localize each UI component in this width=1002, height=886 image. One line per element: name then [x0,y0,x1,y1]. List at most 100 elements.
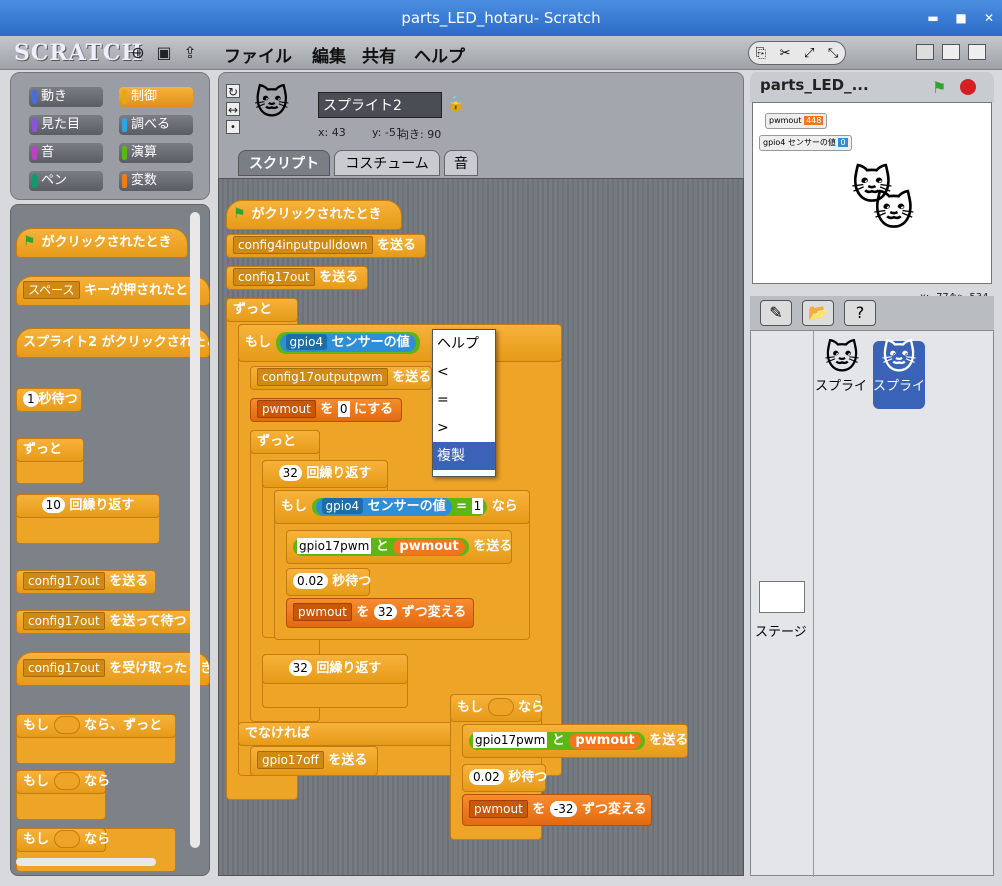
palette-key-hat[interactable]: スペース キーが押されたとき [16,276,210,306]
stage[interactable]: pwmout 448 gpio4 センサーの値 0 🐱 🐱 [752,102,992,284]
palette-broadcast[interactable]: config17out を送る [16,570,156,594]
no-rotate-icon[interactable]: • [226,120,240,134]
script-broadcast-1[interactable]: config4inputpulldown を送る [226,234,426,258]
paint-sprite-icon[interactable]: ✎ [760,300,792,326]
palette-forever-label: ずっと [16,438,84,462]
sprite-item-1[interactable]: 🐱 スプライト1 [815,341,869,407]
loose-if-header: もし なら [450,694,544,722]
close-icon[interactable]: ✕ [982,0,996,36]
script-set-var[interactable]: pwmout を 0 にする [250,398,402,422]
open-sprite-icon[interactable]: 📂 [802,300,834,326]
script-wait-1[interactable]: 0.02 秒待つ [286,568,371,596]
palette-if1-label: もし なら [16,770,110,794]
script-if-inner-header: もし gpio4 センサーの値 = 1 なら [274,490,530,524]
shrink-tool-icon[interactable]: ⤡ [828,46,838,61]
normal-stage-icon[interactable] [942,44,960,60]
context-menu-equal[interactable]: = [433,386,495,414]
rotate-style-icon[interactable]: ↻ [226,84,240,99]
stage-header: parts_LED_... ⚑ [750,72,994,102]
category-sensing[interactable]: 調べる [119,115,193,135]
join-operator-2[interactable]: gpio17pwm と pwmout [469,732,645,750]
script-else-label: でなければ [238,722,478,746]
context-menu-less[interactable]: < [433,358,495,386]
globe-icon[interactable]: ⊕ [128,43,148,63]
sprite-direction: 向き: 90 [398,128,442,141]
monitor-pwmout[interactable]: pwmout 448 [765,113,828,129]
sprite-name-field[interactable]: スプライト2 [318,92,442,118]
script-broadcast-join-1[interactable]: gpio17pwm と pwmout を送る [286,530,512,564]
lock-icon[interactable]: 🔒 [446,94,466,114]
context-menu-duplicate[interactable]: 複製 [433,442,495,470]
palette-flag-hat[interactable]: ⚑ がクリックされたとき [16,228,188,258]
green-flag-icon: ⚑ [23,234,36,250]
palette-broadcast-wait[interactable]: config17out を送って待つ [16,610,194,634]
context-menu-help[interactable]: ヘルプ [433,330,495,358]
category-variables[interactable]: 変数 [119,171,193,191]
equals-operator[interactable]: gpio4 センサーの値 = 1 [311,498,488,516]
sprite-item-2[interactable]: 🐱 スプライト2 [873,341,925,409]
category-looks[interactable]: 見た目 [29,115,103,135]
palette-if2-label: もし なら [16,828,110,852]
save-icon[interactable]: ▣ [154,43,174,63]
menubar: SCRATCH ⊕ ▣ ⇪ ファイル 編集 共有 ヘルプ ⎘ ✂ ⤢ ⤡ [0,36,1002,70]
category-sound[interactable]: 音 [29,143,103,163]
palette-wait[interactable]: 1 秒待つ [16,388,82,412]
menu-edit[interactable]: 編集 [312,42,346,67]
minimize-icon[interactable]: ▬ [926,0,940,36]
loose-broadcast-join[interactable]: gpio17pwm と pwmout を送る [462,724,688,758]
window-titlebar: parts_LED_hotaru- Scratch ▬ ■ ✕ [0,0,1002,36]
sprite-list: 🐱 スプライト1 🐱 スプライト2 ステージ [750,330,994,877]
join-operator[interactable]: gpio17pwm と pwmout [293,538,469,556]
small-stage-icon[interactable] [916,44,934,60]
script-forever-label: ずっと [226,298,298,322]
project-title: parts_LED_... [760,76,869,94]
duplicate-tool-icon[interactable]: ⎘ [756,46,766,61]
category-pen[interactable]: ペン [29,171,103,191]
menu-share[interactable]: 共有 [362,42,396,67]
delete-tool-icon[interactable]: ✂ [780,46,791,61]
green-flag-icon[interactable]: ⚑ [932,78,946,97]
category-control[interactable]: 制御 [119,87,193,107]
palette-sprite-hat[interactable]: スプライト2 がクリックされたとき [16,328,210,358]
maximize-icon[interactable]: ■ [954,0,968,36]
stage-cat-icon-2[interactable]: 🐱 [873,192,915,232]
grow-tool-icon[interactable]: ⤢ [804,46,814,61]
tab-scripts[interactable]: スクリプト [238,150,330,176]
loose-wait[interactable]: 0.02 秒待つ [462,764,547,792]
palette-if-forever-label: もし なら、ずっと [16,714,176,738]
category-panel: 動き 制御 見た目 調べる 音 演算 ペン 変数 [10,72,210,200]
tool-buttons: ⎘ ✂ ⤢ ⤡ [748,41,846,65]
category-operators[interactable]: 演算 [119,143,193,163]
window-title: parts_LED_hotaru- Scratch [401,9,601,27]
script-broadcast-3[interactable]: config17outputpwm を送る [250,366,432,390]
script-repeat-2-label: 32 回繰り返す [262,654,408,684]
script-flag-hat[interactable]: ⚑ がクリックされたとき [226,200,402,230]
stage-thumbnail[interactable] [759,581,805,613]
tab-costumes[interactable]: コスチューム [334,150,440,176]
random-sprite-icon[interactable]: ? [844,300,876,326]
sensor-condition[interactable]: gpio4 センサーの値 [275,332,420,354]
share-icon[interactable]: ⇪ [180,43,200,63]
loose-change[interactable]: pwmout を -32 ずつ変える [462,794,652,826]
menu-help[interactable]: ヘルプ [414,42,465,67]
cat-icon: 🐱 [824,338,860,378]
category-motion[interactable]: 動き [29,87,103,107]
palette-hscrollbar[interactable] [16,858,156,866]
flip-style-icon[interactable]: ↔ [226,102,240,117]
tab-sounds[interactable]: 音 [444,150,478,176]
script-forever-2-label: ずっと [250,430,320,454]
script-broadcast-2[interactable]: config17out を送る [226,266,368,290]
palette-receive-hat[interactable]: config17out を受け取ったとき [16,652,210,686]
scratch-logo: SCRATCH [14,40,144,66]
script-if-else-header: もし gpio4 センサーの値 [238,324,562,362]
menu-file[interactable]: ファイル [224,42,292,67]
script-change-1[interactable]: pwmout を 32 ずつ変える [286,598,474,628]
script-broadcast-off[interactable]: gpio17off を送る [250,746,378,776]
stage-label: ステージ [755,625,807,640]
sprite-x: x: 43 [318,126,346,139]
stop-icon[interactable] [960,79,976,95]
palette-scrollbar[interactable] [190,212,200,848]
presentation-mode-icon[interactable] [968,44,986,60]
monitor-gpio4[interactable]: gpio4 センサーの値 0 [759,135,852,151]
context-menu-greater[interactable]: > [433,414,495,442]
